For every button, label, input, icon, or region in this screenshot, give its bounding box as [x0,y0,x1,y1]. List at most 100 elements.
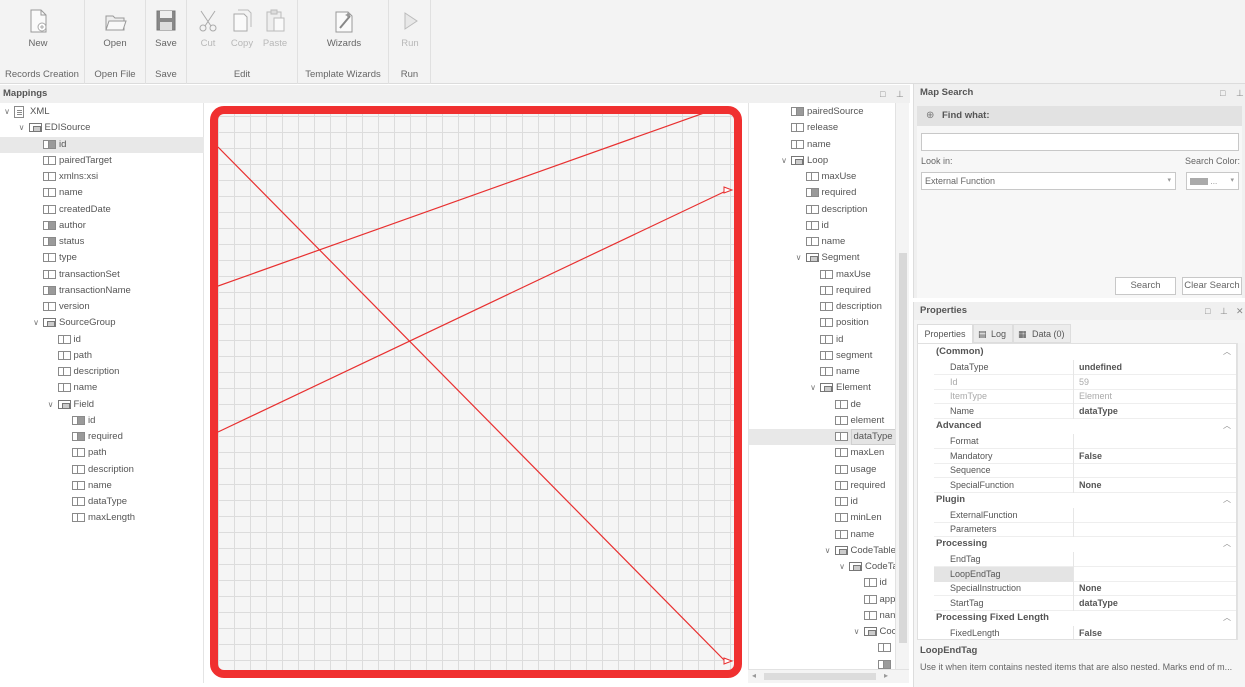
property-row[interactable]: DataType undefined [934,360,1236,375]
collapse-icon[interactable]: ︿ [1223,611,1231,625]
tree-item[interactable]: id [0,413,204,429]
tree-item[interactable]: dataType [0,494,204,510]
chevron-down-icon[interactable]: ∨ [17,120,27,136]
tree-item[interactable]: ∨ CodeTables [749,543,895,559]
property-value[interactable]: dataType [1075,596,1235,611]
property-category[interactable]: Processing [936,537,987,551]
tree-item[interactable]: maxUse [749,267,895,283]
property-category[interactable]: (Common) [936,345,984,359]
tree-item[interactable]: de [749,397,895,413]
property-row[interactable]: ItemType Element [934,389,1236,405]
tree-item[interactable]: author [0,218,204,234]
property-row[interactable]: SpecialInstruction None [934,581,1236,597]
mapping-line[interactable] [218,114,718,287]
maximize-icon[interactable]: □ [1220,84,1225,102]
wizards-button[interactable]: Wizards [322,8,366,49]
tree-item[interactable]: usage [749,462,895,478]
tree-item[interactable]: name [749,364,895,380]
property-row[interactable]: Name dataType [934,404,1236,420]
property-row[interactable]: LoopEndTag [934,566,1236,582]
tree-item[interactable]: maxLen [749,445,895,461]
tree-item[interactable]: ∨ Element [749,380,895,396]
tree-item[interactable]: segment [749,348,895,364]
tab-properties[interactable]: Properties [917,324,973,343]
tree-item[interactable]: id [749,332,895,348]
tree-item[interactable]: maxLength [0,510,204,526]
property-row[interactable]: EndTag [934,552,1236,567]
property-category[interactable]: Plugin [936,493,965,507]
save-button[interactable]: Save [144,8,188,49]
pin-icon[interactable]: ⊥ [1236,84,1244,102]
property-row[interactable]: SpecialFunction None [934,477,1236,493]
property-row[interactable]: StartTag dataType [934,596,1236,612]
scroll-right-icon[interactable]: ▸ [884,671,888,680]
property-row[interactable]: ExternalFunction [934,507,1236,523]
tree-item[interactable]: name [749,234,895,250]
clear-search-button[interactable]: Clear Search [1182,277,1242,295]
search-button[interactable]: Search [1115,277,1176,295]
tree-item[interactable]: position [749,315,895,331]
tree-item[interactable]: name [749,137,895,153]
close-icon[interactable]: ✕ [1236,302,1244,320]
tree-item[interactable]: pairedTarget [0,153,204,169]
property-value[interactable]: False [1075,626,1235,639]
run-button[interactable]: Run [388,8,432,49]
look-in-select[interactable]: External Function ▾ [921,172,1176,190]
tree-item[interactable]: required [0,429,204,445]
tree-item[interactable]: ∨ XML [0,104,204,120]
tree-item[interactable]: name [0,185,204,201]
chevron-down-icon[interactable]: ∨ [808,380,818,396]
property-value[interactable]: None [1075,478,1235,493]
tree-item[interactable]: ∨ Segment [749,250,895,266]
tree-item[interactable]: name [0,380,204,396]
tree-item[interactable]: path [0,445,204,461]
tree-item[interactable]: name [749,527,895,543]
chevron-down-icon[interactable]: ∨ [31,315,41,331]
property-row[interactable]: Id 59 [934,374,1236,390]
property-value[interactable]: Element [1075,389,1235,404]
tree-item[interactable] [749,640,895,656]
tree-item[interactable]: path [0,348,204,364]
chevron-down-icon[interactable]: ∨ [794,250,804,266]
tree-item[interactable]: nan [749,608,895,624]
tree-item[interactable]: ∨ Coc [749,624,895,640]
tree-item[interactable]: id [749,218,895,234]
property-value[interactable]: dataType [1075,404,1235,419]
search-color-select[interactable]: ... ▾ [1186,172,1239,190]
tree-item[interactable]: ∨ SourceGroup [0,315,204,331]
tree-item[interactable]: description [749,299,895,315]
tree-item[interactable]: id [749,575,895,591]
property-value[interactable]: False [1075,449,1235,464]
find-what-input[interactable] [921,133,1239,151]
chevron-down-icon[interactable]: ∨ [852,624,862,640]
property-category[interactable]: Processing Fixed Length [936,611,1049,625]
tree-item[interactable]: required [749,185,895,201]
scrollbar-thumb[interactable] [899,253,907,643]
tree-item[interactable]: release [749,120,895,136]
tree-item[interactable]: id [0,332,204,348]
tree-item[interactable]: description [0,364,204,380]
mapping-canvas[interactable] [210,106,742,678]
tab-data[interactable]: ▦ Data (0) [1013,324,1071,343]
collapse-icon[interactable]: ︿ [1223,345,1231,359]
tree-item[interactable]: ∨ EDISource [0,120,204,136]
tree-item[interactable]: ∨ Field [0,397,204,413]
tree-item[interactable]: app [749,592,895,608]
target-tree-hscrollbar[interactable]: ◂ ▸ [748,669,909,683]
chevron-down-icon[interactable]: ∨ [779,153,789,169]
tab-log[interactable]: ▤ Log [973,324,1013,343]
tree-item[interactable]: createdDate [0,202,204,218]
collapse-icon[interactable]: ︿ [1223,419,1231,433]
property-value[interactable]: None [1075,581,1235,596]
tree-item[interactable]: status [0,234,204,250]
property-grid-scrollbar[interactable] [1237,343,1245,640]
tree-item[interactable]: required [749,478,895,494]
maximize-icon[interactable]: □ [880,85,885,103]
maximize-icon[interactable]: □ [1205,302,1210,320]
pin-icon[interactable]: ⊥ [896,85,904,103]
mapping-line[interactable] [218,189,729,433]
hscrollbar-thumb[interactable] [764,673,876,680]
tree-item[interactable]: ∨ Loop [749,153,895,169]
tree-item[interactable] [749,657,895,670]
tree-item[interactable]: minLen [749,510,895,526]
